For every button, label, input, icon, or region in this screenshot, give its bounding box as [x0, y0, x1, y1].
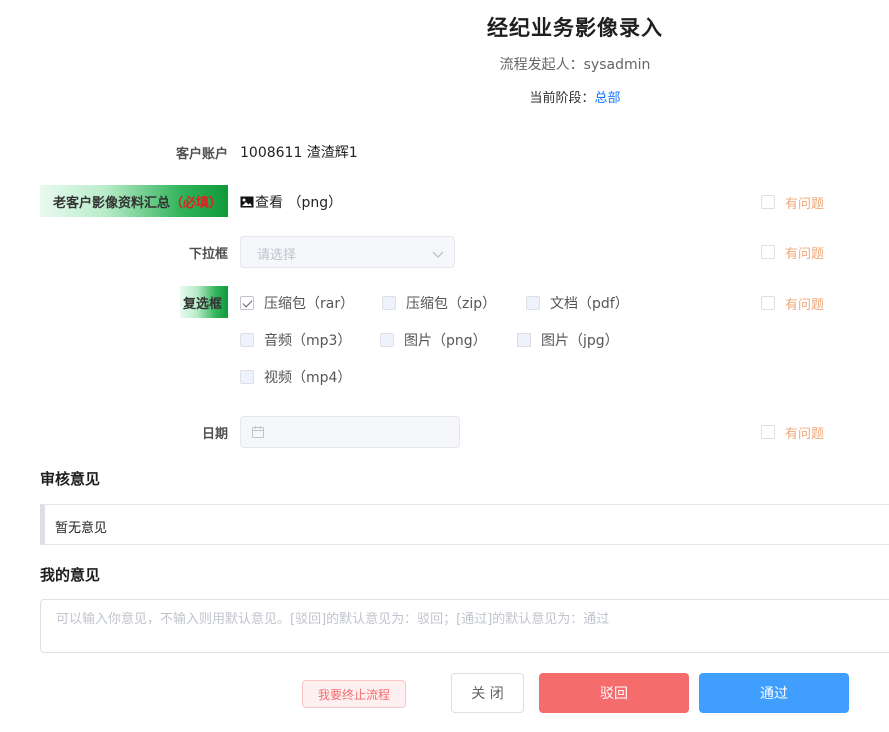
dropdown-placeholder: 请选择: [257, 248, 297, 263]
option-mp3-checkbox[interactable]: [240, 333, 254, 347]
account-value: 1008611 渣渣辉1: [240, 145, 358, 161]
dropdown-select[interactable]: 请选择: [240, 236, 455, 268]
initiator-line: 流程发起人：sysadmin: [0, 54, 889, 74]
initiator-value: sysadmin: [583, 57, 651, 73]
option-zip-label[interactable]: 压缩包（zip）: [406, 293, 496, 313]
opinion-input[interactable]: [40, 599, 889, 653]
image-summary-issue-label[interactable]: 有问题: [785, 193, 824, 212]
date-issue-checkbox[interactable]: [761, 425, 775, 439]
required-mark: （必填）: [169, 195, 222, 211]
review-content: 暂无意见: [55, 521, 108, 536]
option-pdf-checkbox[interactable]: [526, 296, 540, 310]
terminate-process-button[interactable]: 我要终止流程: [302, 680, 406, 708]
option-zip-checkbox[interactable]: [382, 296, 396, 310]
dropdown-label: 下拉框: [188, 247, 228, 262]
checkbox-group-label: 复选框: [180, 286, 228, 318]
option-rar-checkbox[interactable]: [240, 296, 254, 310]
dropdown-issue-label[interactable]: 有问题: [785, 243, 824, 262]
image-summary-label: 老客户影像资料汇总 （必填）: [40, 185, 228, 217]
option-mp4-label[interactable]: 视频（mp4）: [264, 367, 351, 387]
page-title: 经纪业务影像录入: [487, 16, 663, 40]
checkbox-group-issue-checkbox[interactable]: [761, 296, 775, 310]
my-opinion-title: 我的意见: [40, 566, 101, 584]
checkbox-group-label-text: 复选框: [182, 296, 222, 312]
close-button[interactable]: 关 闭: [451, 673, 524, 713]
option-pdf-label[interactable]: 文档（pdf）: [550, 293, 629, 313]
checkbox-group-issue-label[interactable]: 有问题: [785, 294, 824, 313]
dropdown-issue-checkbox[interactable]: [761, 245, 775, 259]
picture-icon: [240, 196, 254, 208]
image-summary-label-text: 老客户影像资料汇总: [52, 195, 170, 211]
option-rar-label[interactable]: 压缩包（rar）: [264, 293, 354, 313]
date-issue-label[interactable]: 有问题: [785, 423, 824, 442]
pass-button[interactable]: 通过: [699, 673, 849, 713]
date-picker[interactable]: [240, 416, 460, 448]
option-jpg-label[interactable]: 图片（jpg）: [541, 330, 619, 350]
review-section-title: 审核意见: [40, 470, 101, 488]
chevron-down-icon: [432, 247, 444, 258]
initiator-label: 流程发起人：: [499, 57, 584, 73]
option-png-checkbox[interactable]: [380, 333, 394, 347]
stage-line: 当前阶段：总部: [0, 87, 889, 106]
date-label: 日期: [201, 427, 228, 442]
option-mp3-label[interactable]: 音频（mp3）: [264, 330, 351, 350]
image-summary-issue-checkbox[interactable]: [761, 195, 775, 209]
account-label: 客户账户: [175, 147, 228, 162]
view-image-text: 查看 （png）: [255, 195, 343, 211]
view-image-link[interactable]: 查看 （png）: [240, 192, 342, 212]
stage-value[interactable]: 总部: [595, 91, 621, 106]
calendar-icon: [251, 425, 265, 439]
review-content-box: 暂无意见: [40, 504, 889, 545]
stage-label: 当前阶段：: [529, 91, 595, 106]
option-jpg-checkbox[interactable]: [517, 333, 531, 347]
option-png-label[interactable]: 图片（png）: [404, 330, 487, 350]
option-mp4-checkbox[interactable]: [240, 370, 254, 384]
reject-button[interactable]: 驳回: [539, 673, 689, 713]
